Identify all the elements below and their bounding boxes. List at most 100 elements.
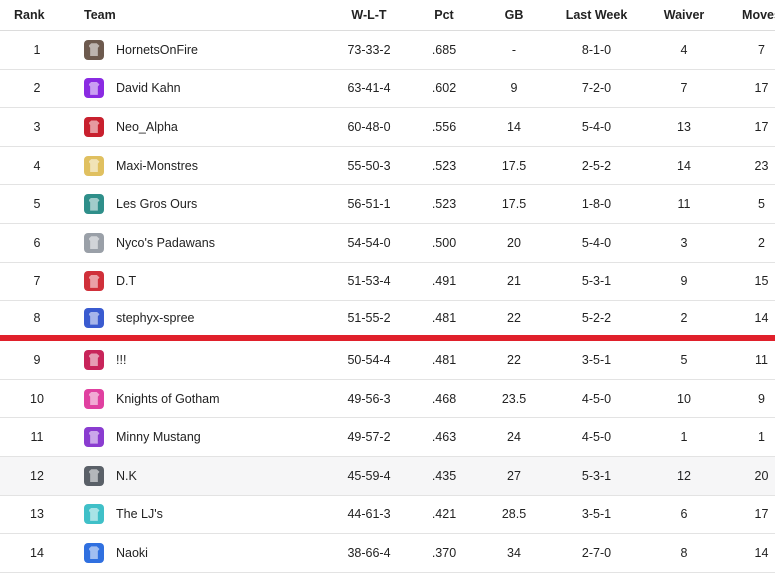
team-link[interactable]: David Kahn [74,78,329,99]
gb-cell: - [479,30,549,70]
wlt-cell: 54-54-0 [329,223,409,263]
rank-cell: 1 [0,30,74,70]
team-name[interactable]: Maxi-Monstres [116,159,198,173]
rank-cell: 10 [0,379,74,419]
team-name[interactable]: Minny Mustang [116,430,201,444]
logo-shape [88,43,100,57]
last-week-cell: 4-5-0 [549,379,644,419]
last-week-cell: 5-4-0 [549,107,644,147]
team-cell: Maxi-Monstres [74,146,329,186]
team-name[interactable]: Les Gros Ours [116,197,197,211]
team-name[interactable]: stephyx-spree [116,311,195,325]
waiver-cell: 3 [644,223,724,263]
team-name[interactable]: Nyco's Padawans [116,236,215,250]
team-link[interactable]: HornetsOnFire [74,39,329,60]
moves-cell: 5 [724,184,775,224]
waiver-cell: 10 [644,379,724,419]
rank-cell: 14 [0,533,74,573]
team-name[interactable]: Neo_Alpha [116,120,178,134]
pink-green-jersey-icon [84,388,104,409]
rank-cell: 3 [0,107,74,147]
table-row: 3 Neo_Alpha 60-48-0.556 14 5-4-0 13 17 [0,107,775,147]
team-link[interactable]: Nyco's Padawans [74,232,329,253]
team-cell: The LJ's [74,495,329,535]
pct-cell: .370 [409,533,479,573]
header-last-week[interactable]: Last Week [549,0,644,31]
logo-shape [88,430,100,444]
team-cell: N.K [74,456,329,496]
rank-cell: 8 [0,300,74,342]
team-link[interactable]: Neo_Alpha [74,116,329,137]
header-team[interactable]: Team [74,0,329,31]
gb-cell: 27 [479,456,549,496]
waiver-cell: 6 [644,495,724,535]
last-week-cell: 2-7-0 [549,533,644,573]
wlt-cell: 55-50-3 [329,146,409,186]
pct-cell: .523 [409,146,479,186]
logo-shape [88,120,100,134]
moves-cell: 9 [724,379,775,419]
team-name[interactable]: Knights of Gotham [116,392,220,406]
pct-cell: .468 [409,379,479,419]
last-week-cell: 4-5-0 [549,417,644,457]
team-cell: Les Gros Ours [74,184,329,224]
team-link[interactable]: stephyx-spree [74,308,329,329]
table-row: 4 Maxi-Monstres 55-50-3.523 17.5 2-5-2 14 23 [0,146,775,186]
gb-cell: 17.5 [479,146,549,186]
header-wlt[interactable]: W-L-T [329,0,409,31]
moves-cell: 15 [724,262,775,302]
rank-cell: 2 [0,69,74,109]
rank-cell: 6 [0,223,74,263]
team-link[interactable]: The LJ's [74,504,329,525]
pct-cell: .481 [409,338,479,380]
wlt-cell: 45-59-4 [329,456,409,496]
table-row: 11 Minny Mustang 49-57-2.463 24 4-5-0 1 1 [0,417,775,457]
moves-cell: 7 [724,30,775,70]
moves-cell: 14 [724,533,775,573]
gb-cell: 28.5 [479,495,549,535]
team-link[interactable]: Minny Mustang [74,427,329,448]
team-link[interactable]: N.K [74,465,329,486]
team-link[interactable]: Naoki [74,542,329,563]
team-name[interactable]: D.T [116,274,136,288]
logo-shape [88,197,100,211]
header-moves[interactable]: Moves [724,0,775,31]
logo-shape [88,353,100,367]
team-cell: Knights of Gotham [74,379,329,419]
logo-shape [88,236,100,250]
waiver-cell: 2 [644,300,724,342]
last-week-cell: 5-2-2 [549,300,644,342]
team-link[interactable]: !!! [74,349,329,370]
standings-header: Rank Team W-L-T Pct GB Last Week Waiver … [0,0,775,31]
header-rank[interactable]: Rank [0,0,74,31]
table-row: 10 Knights of Gotham 49-56-3.468 23.5 4-5-0 1… [0,379,775,419]
blue-red-jersey-icon [84,308,104,329]
table-row: 9!!! 50-54-4.481 22 3-5-1 5 11 [0,338,775,380]
team-link[interactable]: D.T [74,271,329,292]
moves-cell: 23 [724,146,775,186]
team-name[interactable]: Naoki [116,546,148,560]
table-row: 5 Les Gros Ours 56-51-1.523 17.5 1-8-0 11 5 [0,184,775,224]
moves-cell: 11 [724,338,775,380]
header-waiver[interactable]: Waiver [644,0,724,31]
team-cell: !!! [74,338,329,380]
monster-logo-icon [84,155,104,176]
team-name[interactable]: David Kahn [116,81,181,95]
cyan-pink-jersey-icon [84,504,104,525]
team-name[interactable]: N.K [116,469,137,483]
header-pct[interactable]: Pct [409,0,479,31]
last-week-cell: 1-8-0 [549,184,644,224]
wlt-cell: 38-66-4 [329,533,409,573]
team-name[interactable]: HornetsOnFire [116,43,198,57]
last-week-cell: 3-5-1 [549,338,644,380]
team-name[interactable]: !!! [116,353,126,367]
pct-cell: .602 [409,69,479,109]
team-link[interactable]: Maxi-Monstres [74,155,329,176]
team-link[interactable]: Les Gros Ours [74,194,329,215]
team-link[interactable]: Knights of Gotham [74,388,329,409]
waiver-cell: 1 [644,417,724,457]
team-name[interactable]: The LJ's [116,507,163,521]
header-gb[interactable]: GB [479,0,549,31]
rank-cell: 12 [0,456,74,496]
gb-cell: 22 [479,338,549,380]
